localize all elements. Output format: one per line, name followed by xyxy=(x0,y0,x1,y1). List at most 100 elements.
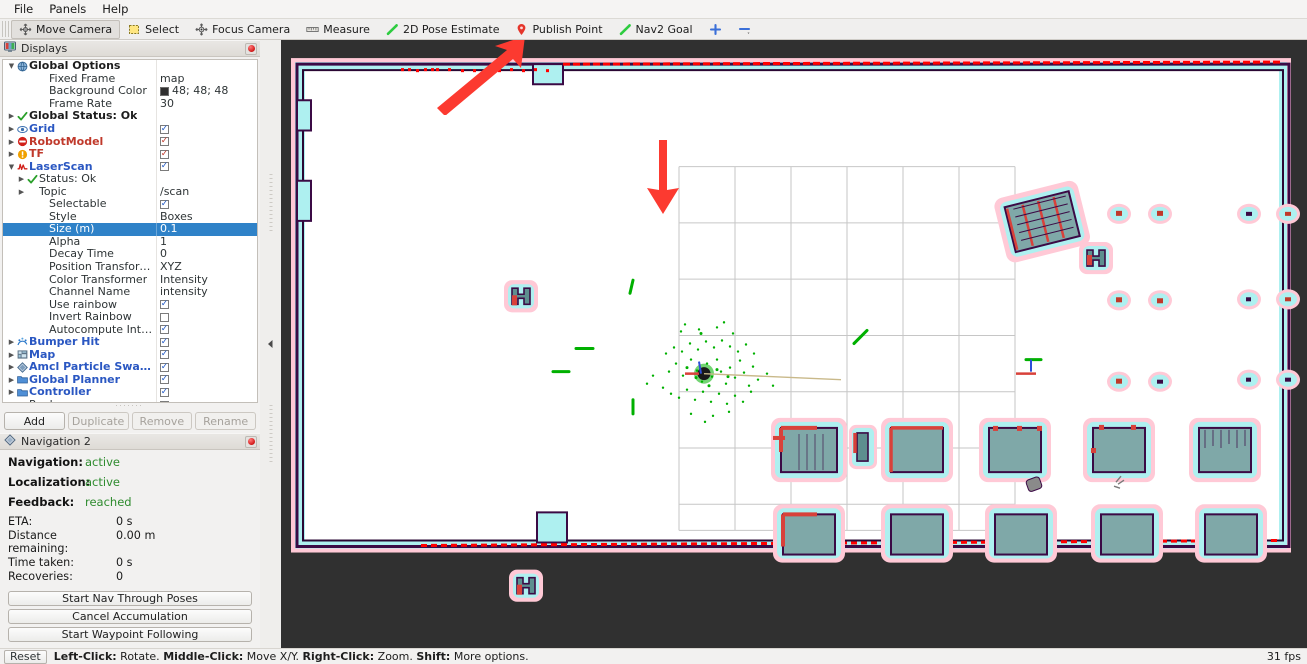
menu-panels[interactable]: Panels xyxy=(41,1,94,17)
duplicate-display-button[interactable]: Duplicate xyxy=(67,412,129,430)
display-row-grid[interactable]: ▶ Grid ✓ xyxy=(3,122,257,136)
chevron-right-icon[interactable]: ▶ xyxy=(7,123,16,135)
display-row-global-status-ok[interactable]: ▶ Global Status: Ok xyxy=(3,110,257,123)
display-row-value-cell[interactable]: Boxes xyxy=(156,210,257,224)
render-viewport[interactable] xyxy=(281,40,1307,648)
checkbox-checked-icon[interactable]: ✓ xyxy=(160,337,169,347)
checkbox-checked-icon[interactable]: ✓ xyxy=(160,350,169,360)
tool-add-tool[interactable] xyxy=(701,20,730,39)
tool-measure[interactable]: Measure xyxy=(298,20,378,39)
chevron-down-icon[interactable]: ▼ xyxy=(7,161,16,173)
chevron-right-icon[interactable]: ▶ xyxy=(7,361,16,373)
display-row-value-cell[interactable] xyxy=(156,172,257,186)
display-row-map[interactable]: ▶ Map ✓ xyxy=(3,348,257,362)
display-row-value-cell[interactable]: intensity xyxy=(156,285,257,299)
chevron-down-icon[interactable]: ▼ xyxy=(7,60,16,72)
display-row-robotmodel[interactable]: ▶ RobotModel ✓ xyxy=(3,135,257,148)
chevron-right-icon[interactable]: ▶ xyxy=(7,349,16,361)
display-row-value-cell[interactable]: map xyxy=(156,72,257,86)
checkbox-checked-icon[interactable]: ✓ xyxy=(160,325,169,335)
checkbox-checked-icon[interactable]: ✓ xyxy=(160,149,169,159)
display-row-color-transformer[interactable]: Color Transformer Intensity xyxy=(3,273,257,286)
navigation2-close-button[interactable] xyxy=(245,435,257,448)
remove-display-button[interactable]: Remove xyxy=(131,412,193,430)
display-row-value-cell[interactable]: ✓ xyxy=(156,160,257,173)
display-row-fixed-frame[interactable]: Fixed Frame map xyxy=(3,72,257,86)
cancel-accumulation-button[interactable]: Cancel Accumulation xyxy=(8,609,252,624)
display-row-controller[interactable]: ▶ Controller ✓ xyxy=(3,386,257,399)
tool-focus-camera[interactable]: Focus Camera xyxy=(187,20,298,39)
display-row-value-cell[interactable]: /scan xyxy=(156,185,257,199)
display-row-bumper-hit[interactable]: ▶ Bumper Hit ✓ xyxy=(3,336,257,349)
chevron-right-icon[interactable]: ▶ xyxy=(7,374,16,386)
display-row-invert-rainbow[interactable]: Invert Rainbow xyxy=(3,310,257,324)
display-row-value-cell[interactable]: 0.1 xyxy=(156,223,257,236)
checkbox-checked-icon[interactable]: ✓ xyxy=(160,137,169,147)
display-row-value-cell[interactable] xyxy=(156,398,257,403)
display-row-value-cell[interactable]: ✓ xyxy=(156,198,257,211)
menu-file[interactable]: File xyxy=(6,1,41,17)
display-row-realsense[interactable]: ▶ Realsense xyxy=(3,398,257,403)
display-row-global-options[interactable]: ▼ Global Options xyxy=(3,60,257,73)
display-row-value-cell[interactable]: ✓ xyxy=(156,373,257,387)
add-display-button[interactable]: Add xyxy=(4,412,65,430)
chevron-right-icon[interactable]: ▶ xyxy=(7,386,16,398)
checkbox-checked-icon[interactable]: ✓ xyxy=(160,162,169,172)
display-row-use-rainbow[interactable]: Use rainbow ✓ xyxy=(3,298,257,311)
checkbox-unchecked-icon[interactable] xyxy=(160,400,169,403)
checkbox-checked-icon[interactable]: ✓ xyxy=(160,362,169,372)
checkbox-checked-icon[interactable]: ✓ xyxy=(160,199,169,209)
display-row-value-cell[interactable]: ✓ xyxy=(156,147,257,161)
display-row-value-cell[interactable]: ✓ xyxy=(156,348,257,362)
display-row-value-cell[interactable]: XYZ xyxy=(156,260,257,274)
display-row-alpha[interactable]: Alpha 1 xyxy=(3,235,257,249)
checkbox-unchecked-icon[interactable] xyxy=(160,312,169,322)
tool-publish-point[interactable]: Publish Point xyxy=(507,20,610,39)
display-row-value-cell[interactable]: ✓ xyxy=(156,135,257,148)
display-row-channel-name[interactable]: Channel Name intensity xyxy=(3,285,257,299)
chevron-right-icon[interactable]: ▶ xyxy=(7,110,16,122)
display-row-style[interactable]: Style Boxes xyxy=(3,210,257,224)
checkbox-checked-icon[interactable]: ✓ xyxy=(160,387,169,397)
tool-nav2-goal[interactable]: Nav2 Goal xyxy=(611,20,701,39)
display-row-size-m[interactable]: Size (m) 0.1 xyxy=(3,223,257,236)
chevron-right-icon[interactable]: ▶ xyxy=(17,186,26,198)
tool-remove-tool[interactable] xyxy=(730,20,759,39)
chevron-right-icon[interactable]: ▶ xyxy=(7,336,16,348)
display-row-tf[interactable]: ▶ TF ✓ xyxy=(3,147,257,161)
display-row-value-cell[interactable]: ✓ xyxy=(156,298,257,311)
display-row-value-cell[interactable]: 0 xyxy=(156,248,257,261)
display-row-decay-time[interactable]: Decay Time 0 xyxy=(3,248,257,261)
displays-tree[interactable]: ▼ Global Options Fixed Frame map Background … xyxy=(2,59,258,404)
display-row-global-planner[interactable]: ▶ Global Planner ✓ xyxy=(3,373,257,387)
display-row-value-cell[interactable]: ✓ xyxy=(156,323,257,337)
display-row-value-cell[interactable]: 1 xyxy=(156,235,257,249)
display-row-value-cell[interactable] xyxy=(156,310,257,324)
display-row-status-ok[interactable]: ▶ Status: Ok xyxy=(3,172,257,186)
display-row-position-transformer[interactable]: Position Transformer XYZ xyxy=(3,260,257,274)
rename-display-button[interactable]: Rename xyxy=(195,412,256,430)
tool-select[interactable]: Select xyxy=(120,20,187,39)
checkbox-checked-icon[interactable]: ✓ xyxy=(160,124,169,134)
display-row-background-color[interactable]: Background Color 48; 48; 48 xyxy=(3,85,257,98)
display-row-value-cell[interactable]: 30 xyxy=(156,97,257,111)
display-row-value-cell[interactable]: 48; 48; 48 xyxy=(156,85,257,98)
display-row-topic[interactable]: ▶ Topic/scan xyxy=(3,185,257,199)
toolbar-grip[interactable] xyxy=(2,21,9,37)
checkbox-checked-icon[interactable]: ✓ xyxy=(160,300,169,310)
display-row-value-cell[interactable] xyxy=(156,60,257,73)
tool-move-camera[interactable]: Move Camera xyxy=(11,19,121,39)
display-row-value-cell[interactable]: Intensity xyxy=(156,273,257,286)
start-nav-through-poses-button[interactable]: Start Nav Through Poses xyxy=(8,591,252,606)
reset-button[interactable]: Reset xyxy=(4,649,47,664)
tool-2d-pose-estimate[interactable]: 2D Pose Estimate xyxy=(378,20,508,39)
display-row-frame-rate[interactable]: Frame Rate 30 xyxy=(3,97,257,111)
start-waypoint-following-button[interactable]: Start Waypoint Following xyxy=(8,627,252,642)
display-row-value-cell[interactable]: ✓ xyxy=(156,361,257,374)
collapse-left-dock-icon[interactable] xyxy=(266,340,275,349)
chevron-right-icon[interactable]: ▶ xyxy=(17,173,26,185)
display-row-value-cell[interactable]: ✓ xyxy=(156,336,257,349)
display-row-value-cell[interactable]: ✓ xyxy=(156,122,257,136)
displays-close-button[interactable] xyxy=(245,42,257,55)
checkbox-checked-icon[interactable]: ✓ xyxy=(160,375,169,385)
